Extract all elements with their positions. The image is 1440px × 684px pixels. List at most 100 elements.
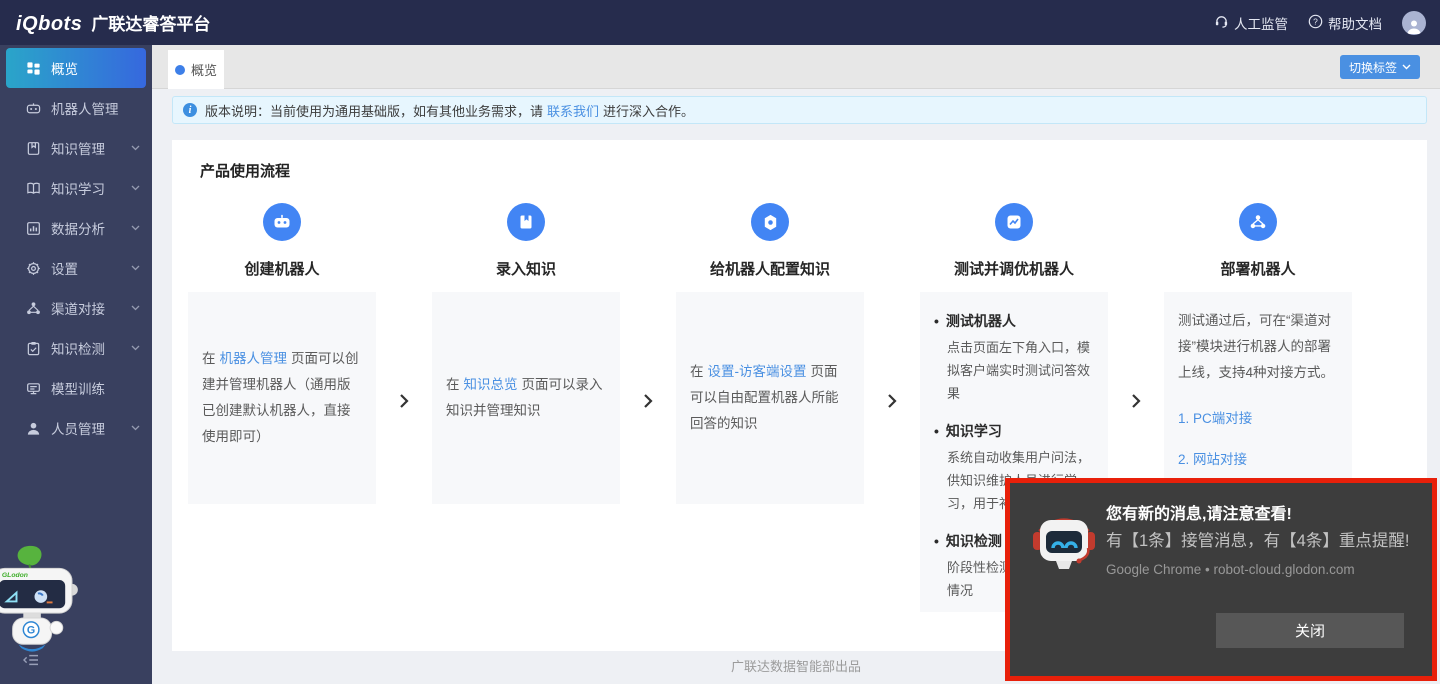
manual-supervision-label: 人工监管 xyxy=(1234,13,1288,33)
sidebar-item-label: 设置 xyxy=(51,258,78,278)
notification-source: Google Chrome • robot-cloud.glodon.com xyxy=(1106,562,1422,577)
visitor-settings-link[interactable]: 设置-访客端设置 xyxy=(708,364,807,379)
step-card: 在知识总览页面可以录入知识并管理知识 xyxy=(432,292,620,504)
bullet-item: 测试机器人 点击页面左下角入口，模拟客户端实时测试问答效果 xyxy=(934,310,1094,405)
banner-text-after: 进行深入合作。 xyxy=(603,101,694,120)
robot-circle-icon xyxy=(263,203,301,241)
sidebar-item-personnel-management[interactable]: 人员管理 xyxy=(0,408,152,448)
step-enter-knowledge: 录入知识 在知识总览页面可以录入知识并管理知识 xyxy=(432,203,620,504)
svg-text:?: ? xyxy=(1313,16,1318,26)
bullet-title: 知识学习 xyxy=(934,420,1094,442)
version-banner: i 版本说明：当前使用为通用基础版，如有其他业务需求，请 联系我们 进行深入合作… xyxy=(172,96,1427,124)
sidebar-item-robot-management[interactable]: 机器人管理 xyxy=(0,88,152,128)
banner-text-before: 版本说明：当前使用为通用基础版，如有其他业务需求，请 xyxy=(205,101,543,120)
bullet-text: 点击页面左下角入口，模拟客户端实时测试问答效果 xyxy=(947,336,1094,405)
network-icon xyxy=(26,301,41,316)
deploy-circle-icon xyxy=(1239,203,1277,241)
flow-arrow-icon xyxy=(882,393,902,409)
contact-us-link[interactable]: 联系我们 xyxy=(547,101,599,120)
switch-tabs-label: 切换标签 xyxy=(1349,59,1397,76)
sidebar-item-data-analysis[interactable]: 数据分析 xyxy=(0,208,152,248)
top-header: iQbots 广联达睿答平台 人工监管 xyxy=(0,0,1440,45)
chevron-down-icon xyxy=(131,345,140,351)
chevron-down-icon xyxy=(131,225,140,231)
website-integration-link[interactable]: 2. 网站对接 xyxy=(1178,447,1338,473)
bar-chart-icon xyxy=(26,221,41,236)
robot-icon xyxy=(26,101,41,116)
manual-supervision-link[interactable]: 人工监管 xyxy=(1214,13,1288,33)
pc-integration-link[interactable]: 1. PC端对接 xyxy=(1178,406,1338,432)
chevron-down-icon xyxy=(131,145,140,151)
step-title: 给机器人配置知识 xyxy=(676,258,864,279)
step-desc: 在 xyxy=(202,351,216,366)
sidebar-item-label: 知识管理 xyxy=(51,138,105,158)
sidebar-item-model-training[interactable]: 模型训练 xyxy=(0,368,152,408)
step-desc: 在 xyxy=(446,377,460,392)
tab-overview[interactable]: 概览 xyxy=(168,50,224,89)
step-create-robot: 创建机器人 在机器人管理页面可以创建并管理机器人（通用版已创建默认机器人，直接使… xyxy=(188,203,376,504)
chart-circle-icon xyxy=(995,203,1033,241)
flow-arrow-icon xyxy=(1126,393,1146,409)
step-title: 录入知识 xyxy=(432,258,620,279)
knowledge-overview-link[interactable]: 知识总览 xyxy=(464,377,518,392)
notification-body: 有【1条】接管消息，有【4条】重点提醒! xyxy=(1106,529,1422,553)
chevron-down-icon xyxy=(131,185,140,191)
user-icon xyxy=(26,421,41,436)
book-icon xyxy=(26,141,41,156)
chevron-down-icon xyxy=(131,265,140,271)
tab-bar: 概览 切换标签 xyxy=(152,45,1440,89)
flow-arrow-icon xyxy=(638,393,658,409)
step-desc: 在 xyxy=(690,364,704,379)
mascot-robot-test-entry[interactable]: GLodon G xyxy=(0,543,84,660)
robot-management-link[interactable]: 机器人管理 xyxy=(220,351,288,366)
sidebar-item-settings[interactable]: 设置 xyxy=(0,248,152,288)
sidebar-item-label: 机器人管理 xyxy=(51,98,119,118)
notification-robot-icon xyxy=(1032,508,1096,572)
notification-title: 您有新的消息,请注意查看! xyxy=(1106,504,1422,526)
svg-text:G: G xyxy=(27,625,35,637)
logo-iqbots: iQbots xyxy=(16,13,82,36)
sidebar-item-knowledge-learning[interactable]: 知识学习 xyxy=(0,168,152,208)
sidebar-item-label: 知识检测 xyxy=(51,338,105,358)
gear-circle-icon xyxy=(751,203,789,241)
logo-product-name: 广联达睿答平台 xyxy=(91,10,210,35)
help-docs-link[interactable]: ? 帮助文档 xyxy=(1308,13,1382,33)
step-card: 在机器人管理页面可以创建并管理机器人（通用版已创建默认机器人，直接使用即可） xyxy=(188,292,376,504)
dashboard-icon xyxy=(26,61,41,76)
notification-content: 您有新的消息,请注意查看! 有【1条】接管消息，有【4条】重点提醒! Googl… xyxy=(1106,504,1422,577)
user-avatar[interactable] xyxy=(1402,11,1426,35)
open-book-icon xyxy=(26,181,41,196)
tab-label: 概览 xyxy=(191,60,217,79)
sidebar-item-overview[interactable]: 概览 xyxy=(6,48,146,88)
switch-tabs-button[interactable]: 切换标签 xyxy=(1340,55,1420,79)
chrome-notification-popup: 您有新的消息,请注意查看! 有【1条】接管消息，有【4条】重点提醒! Googl… xyxy=(1005,478,1437,681)
sidebar-item-label: 知识学习 xyxy=(51,178,105,198)
notification-close-button[interactable]: 关闭 xyxy=(1216,613,1404,648)
headset-icon xyxy=(1214,14,1229,32)
step-card: 在设置-访客端设置页面可以自由配置机器人所能回答的知识 xyxy=(676,292,864,504)
sidebar-item-channel-integration[interactable]: 渠道对接 xyxy=(0,288,152,328)
logo: iQbots 广联达睿答平台 xyxy=(16,10,210,36)
sidebar-item-label: 概览 xyxy=(51,58,78,78)
gear-icon xyxy=(26,261,41,276)
model-training-icon xyxy=(26,381,41,396)
chevron-down-icon xyxy=(131,425,140,431)
step-title: 创建机器人 xyxy=(188,258,376,279)
bullet-title: 测试机器人 xyxy=(934,310,1094,332)
topbar-actions: 人工监管 ? 帮助文档 xyxy=(1214,11,1426,35)
sidebar-item-knowledge-check[interactable]: 知识检测 xyxy=(0,328,152,368)
step-title: 测试并调优机器人 xyxy=(920,258,1108,279)
sidebar-item-label: 渠道对接 xyxy=(51,298,105,318)
sidebar-item-knowledge-management[interactable]: 知识管理 xyxy=(0,128,152,168)
sidebar-item-label: 数据分析 xyxy=(51,218,105,238)
step-title: 部署机器人 xyxy=(1164,258,1352,279)
help-icon: ? xyxy=(1308,14,1323,32)
deploy-intro: 测试通过后，可在“渠道对接”模块进行机器人的部署上线，支持4种对接方式。 xyxy=(1178,308,1338,386)
step-configure-knowledge: 给机器人配置知识 在设置-访客端设置页面可以自由配置机器人所能回答的知识 xyxy=(676,203,864,504)
section-title: 产品使用流程 xyxy=(200,160,290,181)
help-docs-label: 帮助文档 xyxy=(1328,13,1382,33)
tab-active-dot-icon xyxy=(175,65,185,75)
collapse-sidebar-button[interactable] xyxy=(22,653,40,672)
sidebar-item-label: 人员管理 xyxy=(51,418,105,438)
svg-text:GLodon: GLodon xyxy=(2,572,28,579)
